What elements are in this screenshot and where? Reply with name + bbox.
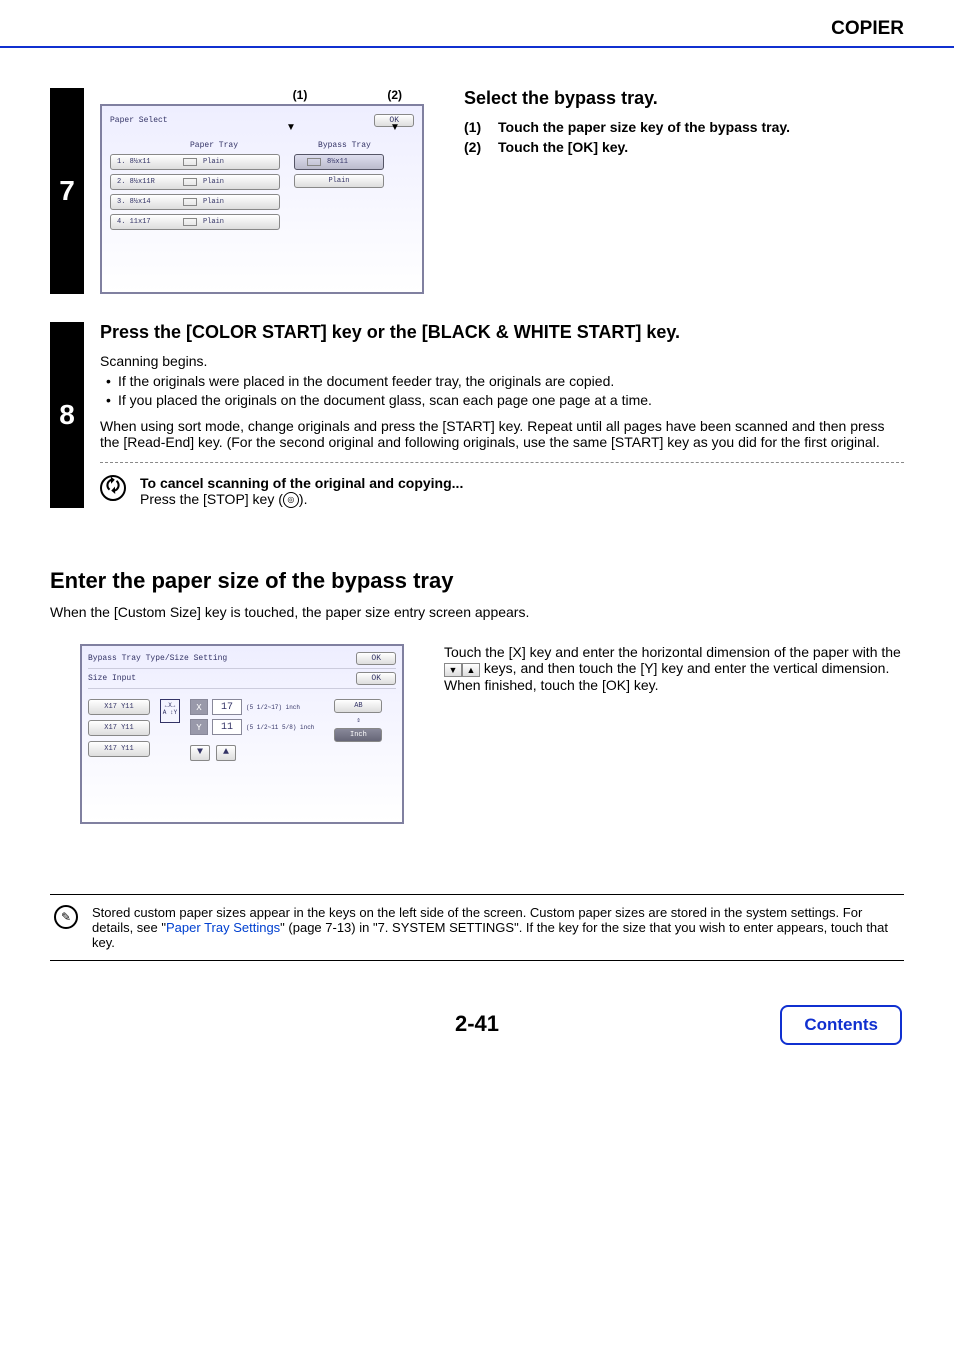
screen-subtitle: Size Input	[88, 674, 136, 683]
callout-arrow-icon: ▼	[390, 122, 400, 133]
bullet-item: If the originals were placed in the docu…	[106, 373, 904, 389]
step-number-7: 7	[50, 88, 84, 294]
tray-item[interactable]: 4. 11x17Plain	[110, 214, 280, 230]
up-arrow-button[interactable]: ▲	[216, 745, 236, 761]
screen-title: Paper Select	[110, 116, 168, 125]
callout-2: (2)	[387, 88, 402, 102]
divider	[100, 462, 904, 463]
y-key[interactable]: Y	[190, 719, 208, 735]
note-box: ✎ Stored custom paper sizes appear in th…	[50, 894, 904, 961]
callout-1: (1)	[293, 88, 308, 102]
cancel-title: To cancel scanning of the original and c…	[140, 475, 463, 491]
page-orientation-icon: ←X→A ↕Y	[160, 699, 180, 723]
paper-select-screen: Paper Select OK Paper Tray Bypass Tray 1…	[100, 104, 424, 294]
substep-no: (2)	[464, 139, 498, 155]
unit-ab-button[interactable]: AB	[334, 699, 382, 713]
step-heading: Press the [COLOR START] key or the [BLAC…	[100, 322, 904, 343]
contents-button[interactable]: Contents	[780, 1005, 902, 1045]
down-arrow-icon: ▼	[444, 663, 462, 677]
x-range: (5 1/2~17) inch	[246, 704, 300, 711]
preset-size-key[interactable]: X17 Y11	[88, 741, 150, 757]
step-8: 8 Press the [COLOR START] key or the [BL…	[50, 322, 904, 508]
tray-item[interactable]: 2. 8½x11RPlain	[110, 174, 280, 190]
paper-tray-settings-link[interactable]: Paper Tray Settings	[166, 920, 280, 935]
bypass-size-key[interactable]: 8½x11	[294, 154, 384, 170]
unit-inch-button[interactable]: Inch	[334, 728, 382, 742]
tray-item[interactable]: 1. 8½x11Plain	[110, 154, 280, 170]
note-icon: ✎	[54, 905, 78, 929]
size-input-screen: Bypass Tray Type/Size Setting OK Size In…	[80, 644, 404, 824]
bullet-item: If you placed the originals on the docum…	[106, 392, 904, 408]
bypass-tray-label: Bypass Tray	[318, 141, 371, 150]
step-number-8: 8	[50, 322, 84, 508]
step-heading: Select the bypass tray.	[464, 88, 904, 109]
screen-title: Bypass Tray Type/Size Setting	[88, 654, 227, 663]
cancel-icon: 🗘	[100, 475, 126, 501]
y-range: (5 1/2~11 5/8) inch	[246, 724, 314, 731]
substep-text: Touch the [OK] key.	[498, 139, 628, 155]
ok-button[interactable]: OK	[356, 652, 396, 665]
section-heading: Enter the paper size of the bypass tray	[50, 568, 904, 594]
preset-size-key[interactable]: X17 Y11	[88, 699, 150, 715]
instruction-text: Touch the [X] key and enter the horizont…	[444, 644, 904, 692]
swap-icon: ⇕	[356, 716, 360, 725]
section-header: COPIER	[0, 0, 954, 48]
bypass-type-key[interactable]: Plain	[294, 174, 384, 188]
note-text: Stored custom paper sizes appear in the …	[92, 905, 900, 950]
x-value: 17	[212, 699, 242, 715]
tray-item[interactable]: 3. 8½x14Plain	[110, 194, 280, 210]
preset-size-key[interactable]: X17 Y11	[88, 720, 150, 736]
body-text: Scanning begins.	[100, 353, 904, 369]
substep-no: (1)	[464, 119, 498, 135]
stop-key-icon: ◎	[283, 492, 299, 508]
y-value: 11	[212, 719, 242, 735]
paper-tray-label: Paper Tray	[190, 141, 238, 150]
down-arrow-button[interactable]: ▼	[190, 745, 210, 761]
up-arrow-icon: ▲	[462, 663, 480, 677]
cancel-text: Press the [STOP] key (◎).	[140, 491, 463, 508]
substep-text: Touch the paper size key of the bypass t…	[498, 119, 790, 135]
callout-arrow-icon: ▼	[286, 122, 296, 133]
intro-text: When the [Custom Size] key is touched, t…	[50, 604, 904, 620]
step-7: 7 (1) (2) ▼ ▼ Paper Select OK	[50, 88, 904, 294]
ok-button[interactable]: OK	[356, 672, 396, 685]
body-text: When using sort mode, change originals a…	[100, 418, 904, 450]
x-key[interactable]: X	[190, 699, 208, 715]
